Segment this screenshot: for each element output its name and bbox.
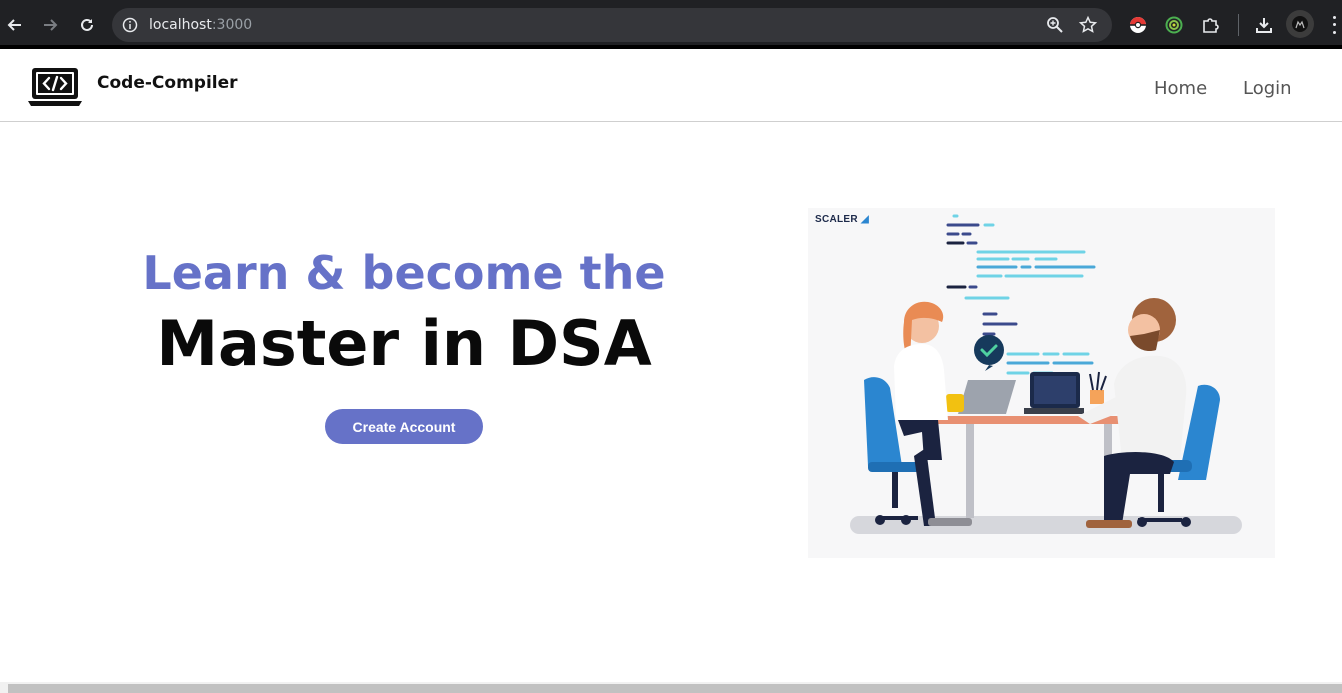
url-host: localhost: [149, 17, 212, 33]
address-bar[interactable]: localhost:3000: [112, 8, 1112, 42]
url-text[interactable]: localhost:3000: [149, 16, 252, 34]
puzzle-extension-icon[interactable]: [1199, 14, 1221, 36]
target-extension-icon[interactable]: [1163, 14, 1185, 36]
browser-chrome: localhost:3000: [0, 0, 1342, 49]
app-navbar: Code-Compiler Home Login: [0, 49, 1342, 122]
zoom-icon[interactable]: [1046, 16, 1064, 34]
profile-avatar-icon[interactable]: [1286, 10, 1314, 38]
create-account-button[interactable]: Create Account: [325, 409, 483, 444]
info-icon[interactable]: [121, 16, 139, 34]
people-at-desk-illustration: [850, 214, 1242, 534]
download-icon[interactable]: [1253, 14, 1275, 36]
nav-login-link[interactable]: Login: [1243, 78, 1292, 99]
horizontal-scrollbar[interactable]: [0, 682, 1342, 693]
nav-home-link[interactable]: Home: [1154, 78, 1207, 99]
url-port: :3000: [211, 17, 253, 33]
reload-icon[interactable]: [74, 12, 100, 38]
forward-icon[interactable]: [37, 12, 63, 38]
hero-headline-line2: Master in DSA: [156, 307, 652, 380]
brand-name[interactable]: Code-Compiler: [97, 73, 238, 93]
toolbar-separator: [1238, 14, 1239, 36]
pokeball-extension-icon[interactable]: [1127, 14, 1149, 36]
code-laptop-logo-icon[interactable]: [27, 66, 83, 108]
hero-headline-line1: Learn & become the: [142, 246, 666, 300]
hero-illustration: SCALER ◢: [808, 208, 1275, 558]
kebab-menu-icon[interactable]: [1330, 14, 1338, 36]
hero-text: Learn & become the Master in DSA: [100, 240, 708, 382]
back-icon[interactable]: [2, 12, 28, 38]
scrollbar-thumb[interactable]: [8, 684, 1342, 693]
star-icon[interactable]: [1078, 15, 1098, 35]
